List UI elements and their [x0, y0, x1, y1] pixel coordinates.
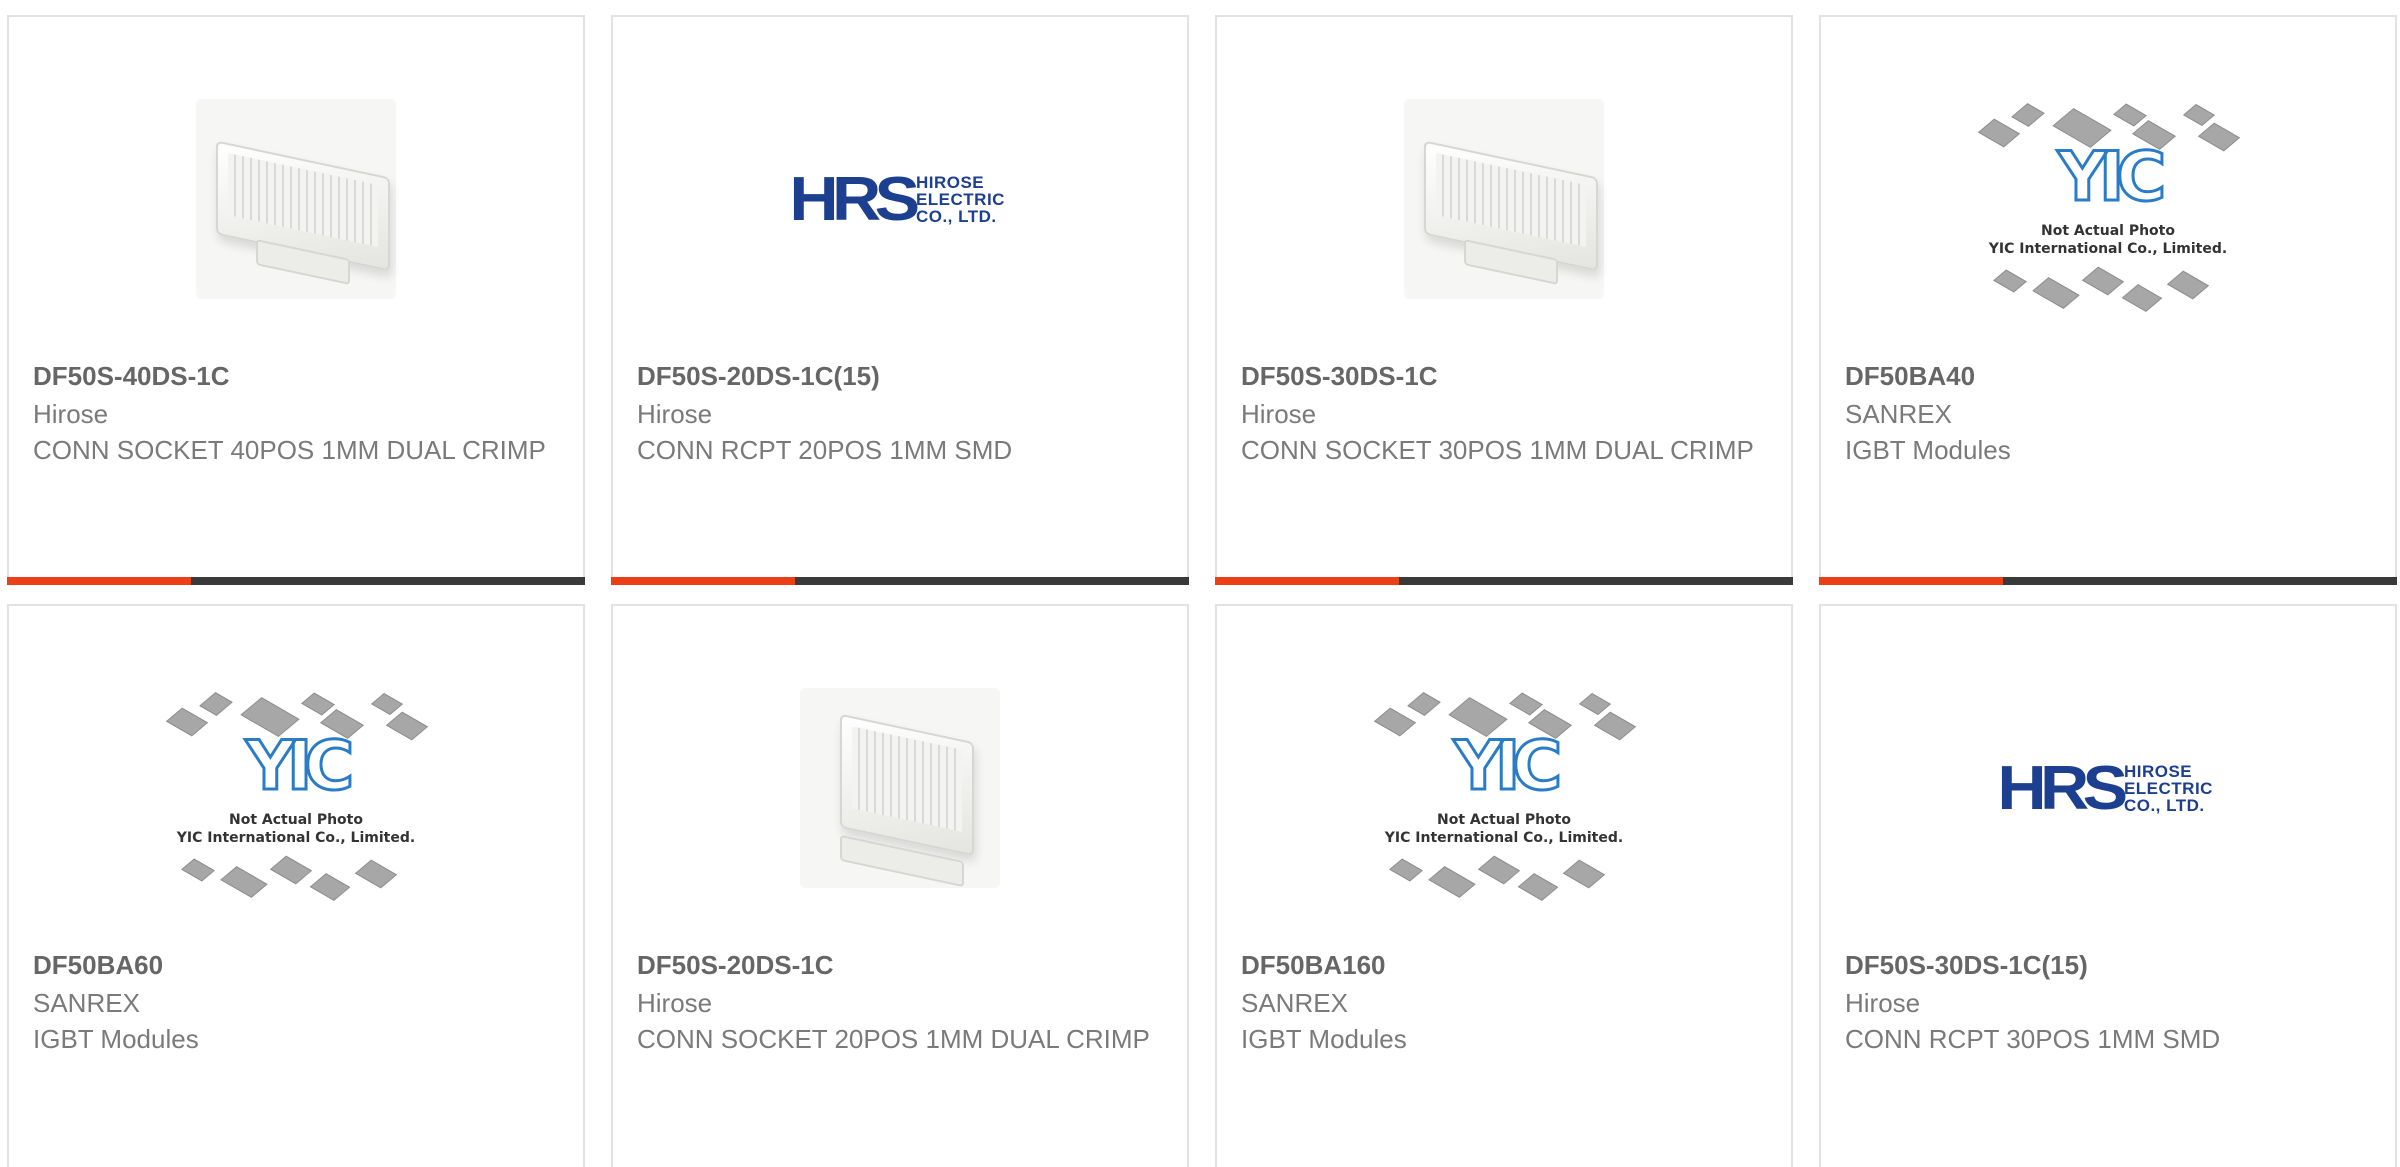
manufacturer: Hirose [637, 988, 713, 1018]
yic-placeholder-icon: YIC Not Actual Photo YIC International C… [1968, 83, 2248, 315]
connector-photo [800, 688, 1000, 888]
description: CONN SOCKET 30POS 1MM DUAL CRIMP [1241, 435, 1754, 465]
description: CONN SOCKET 20POS 1MM DUAL CRIMP [637, 1024, 1150, 1054]
description: CONN SOCKET 40POS 1MM DUAL CRIMP [33, 435, 546, 465]
card-bottom-bar [1819, 577, 2397, 585]
product-card[interactable]: DF50S-40DS-1C Hirose CONN SOCKET 40POS 1… [7, 15, 585, 585]
product-card[interactable]: HRS HIROSE ELECTRIC CO., LTD. DF50S-30DS-1… [1819, 604, 2397, 1167]
product-image[interactable] [1364, 83, 1644, 315]
manufacturer: SANREX [33, 988, 140, 1018]
description: IGBT Modules [1845, 435, 2011, 465]
product-card[interactable]: YIC Not Actual Photo YIC International C… [1215, 604, 1793, 1167]
manufacturer: Hirose [1241, 399, 1317, 429]
part-number[interactable]: DF50S-30DS-1C(15) [1845, 947, 2088, 983]
card-bottom-bar [611, 577, 1189, 585]
product-image[interactable] [156, 83, 436, 315]
product-image[interactable]: YIC Not Actual Photo YIC International C… [156, 672, 436, 904]
description: IGBT Modules [1241, 1024, 1407, 1054]
description: CONN RCPT 30POS 1MM SMD [1845, 1024, 2221, 1054]
part-number[interactable]: DF50S-20DS-1C(15) [637, 358, 880, 394]
product-card[interactable]: YIC Not Actual Photo YIC International C… [7, 604, 585, 1167]
product-image[interactable] [760, 672, 1040, 904]
hrs-logo-icon: HRS HIROSE ELECTRIC CO., LTD. [1997, 753, 2213, 823]
product-card[interactable]: DF50S-30DS-1C Hirose CONN SOCKET 30POS 1… [1215, 15, 1793, 585]
part-number[interactable]: DF50BA40 [1845, 358, 1975, 394]
description: IGBT Modules [33, 1024, 199, 1054]
manufacturer: SANREX [1241, 988, 1348, 1018]
manufacturer: Hirose [637, 399, 713, 429]
part-number[interactable]: DF50S-40DS-1C [33, 358, 230, 394]
card-bottom-bar [7, 577, 585, 585]
description: CONN RCPT 20POS 1MM SMD [637, 435, 1013, 465]
product-card[interactable]: DF50S-20DS-1C Hirose CONN SOCKET 20POS 1… [611, 604, 1189, 1167]
hrs-logo-icon: HRS HIROSE ELECTRIC CO., LTD. [789, 164, 1005, 234]
product-image[interactable]: HRS HIROSE ELECTRIC CO., LTD. [760, 83, 1040, 315]
manufacturer: Hirose [1845, 988, 1921, 1018]
product-card[interactable]: HRS HIROSE ELECTRIC CO., LTD. DF50S-20DS-1… [611, 15, 1189, 585]
yic-placeholder-icon: YIC Not Actual Photo YIC International C… [156, 672, 436, 904]
manufacturer: SANREX [1845, 399, 1952, 429]
manufacturer: Hirose [33, 399, 109, 429]
accent-bar [1819, 577, 2003, 585]
accent-bar [611, 577, 795, 585]
part-number[interactable]: DF50S-20DS-1C [637, 947, 834, 983]
accent-bar [1215, 577, 1399, 585]
part-number[interactable]: DF50BA60 [33, 947, 163, 983]
product-card[interactable]: YIC Not Actual Photo YIC International C… [1819, 15, 2397, 585]
part-number[interactable]: DF50S-30DS-1C [1241, 358, 1438, 394]
connector-photo [1404, 99, 1604, 299]
connector-photo [196, 99, 396, 299]
product-image[interactable]: YIC Not Actual Photo YIC International C… [1968, 83, 2248, 315]
part-number[interactable]: DF50BA160 [1241, 947, 1386, 983]
product-image[interactable]: HRS HIROSE ELECTRIC CO., LTD. [1968, 672, 2248, 904]
yic-placeholder-icon: YIC Not Actual Photo YIC International C… [1364, 672, 1644, 904]
card-bottom-bar [1215, 577, 1793, 585]
accent-bar [7, 577, 191, 585]
product-image[interactable]: YIC Not Actual Photo YIC International C… [1364, 672, 1644, 904]
